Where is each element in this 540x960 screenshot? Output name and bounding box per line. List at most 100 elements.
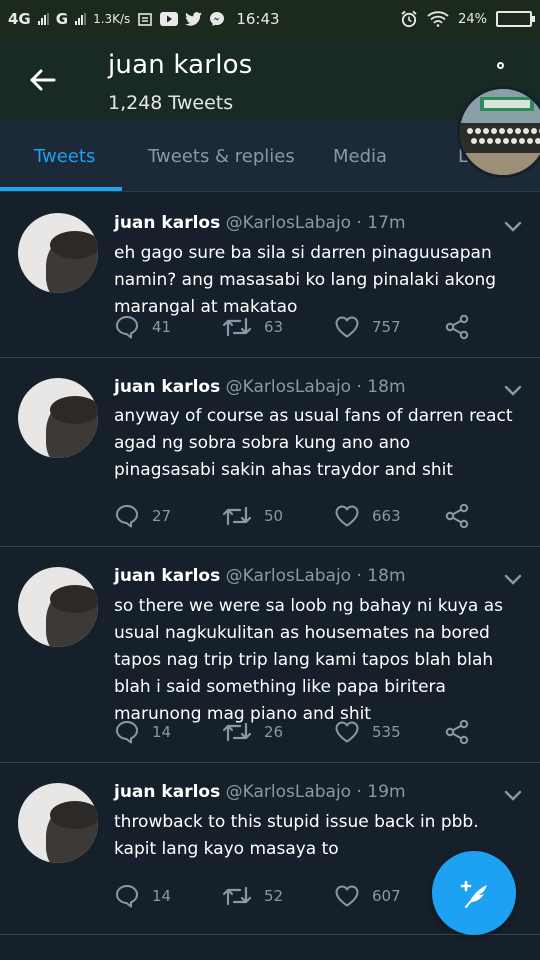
active-tab-indicator xyxy=(0,187,122,191)
retweet-button[interactable]: 26 xyxy=(222,718,283,746)
retweet-icon xyxy=(222,886,252,906)
tweet-author-name[interactable]: juan karlos xyxy=(114,566,220,586)
reply-icon xyxy=(116,505,138,528)
chevron-down-icon[interactable] xyxy=(504,574,522,586)
network-label-2: G xyxy=(55,10,69,28)
network-label-1: 4G xyxy=(8,10,31,28)
tweet-actions: 27 50 663 xyxy=(114,502,494,530)
tweet-meta: juan karlos @KarlosLabajo · 18m xyxy=(114,377,406,397)
retweet-count: 26 xyxy=(264,723,284,741)
chevron-down-icon[interactable] xyxy=(504,385,522,397)
share-icon xyxy=(445,719,469,745)
tweet-meta: juan karlos @KarlosLabajo · 17m xyxy=(114,213,406,233)
like-button[interactable]: 535 xyxy=(334,718,401,746)
tweet-author-handle[interactable]: @KarlosLabajo xyxy=(226,566,351,586)
group-photo-image xyxy=(460,89,540,175)
reply-count: 14 xyxy=(152,723,172,741)
tweet-author-name[interactable]: juan karlos xyxy=(114,213,220,233)
chevron-down-icon[interactable] xyxy=(504,790,522,802)
like-button[interactable]: 663 xyxy=(334,502,401,530)
share-button[interactable] xyxy=(444,718,470,746)
like-button[interactable]: 757 xyxy=(334,313,401,341)
tweet-author-name[interactable]: juan karlos xyxy=(114,377,220,397)
retweet-count: 63 xyxy=(264,318,284,336)
tweet-time: · 19m xyxy=(356,782,406,802)
tweet-time: · 18m xyxy=(356,566,406,586)
tweet-actions: 41 63 757 xyxy=(114,313,494,341)
share-button[interactable] xyxy=(444,313,470,341)
reply-count: 14 xyxy=(152,887,172,905)
retweet-icon xyxy=(222,317,252,337)
tweet-avatar[interactable] xyxy=(18,783,98,863)
chevron-down-icon[interactable] xyxy=(504,221,522,233)
heart-icon xyxy=(335,885,359,907)
tweet-text: so there we were sa loob ng bahay ni kuy… xyxy=(114,596,504,724)
retweet-button[interactable]: 50 xyxy=(222,502,283,530)
heart-icon xyxy=(335,721,359,743)
back-arrow-icon xyxy=(30,69,56,91)
share-icon xyxy=(445,314,469,340)
tweet-text: anyway of course as usual fans of darren… xyxy=(114,406,513,480)
tweet-item[interactable]: juan karlos @KarlosLabajo · 18m anyway o… xyxy=(0,358,540,547)
tweet-text: eh gago sure ba sila si darren pinaguusa… xyxy=(114,243,497,317)
wifi-icon xyxy=(427,11,449,27)
tweet-author-handle[interactable]: @KarlosLabajo xyxy=(226,213,351,233)
share-icon xyxy=(445,503,469,529)
profile-avatar[interactable] xyxy=(457,86,540,178)
signal-icon xyxy=(37,13,49,25)
tab-tweets-and-replies[interactable]: Tweets & replies xyxy=(148,146,295,167)
heart-icon xyxy=(335,505,359,527)
reply-button[interactable]: 14 xyxy=(114,882,171,910)
twitter-icon xyxy=(185,12,203,26)
reply-button[interactable]: 27 xyxy=(114,502,171,530)
retweet-button[interactable]: 52 xyxy=(222,882,283,910)
youtube-icon xyxy=(160,12,179,26)
tweet-count: 1,248 Tweets xyxy=(108,92,234,114)
back-button[interactable] xyxy=(22,60,62,100)
compose-tweet-button[interactable] xyxy=(432,851,516,935)
battery-percent: 24% xyxy=(458,11,487,27)
status-bar: 4G G 1.3K/s 16:43 24% xyxy=(0,0,540,38)
tweet-meta: juan karlos @KarlosLabajo · 18m xyxy=(114,566,406,586)
tweet-item[interactable]: juan karlos @KarlosLabajo · 17m eh gago … xyxy=(0,193,540,358)
like-button[interactable]: 607 xyxy=(334,882,401,910)
tweet-author-handle[interactable]: @KarlosLabajo xyxy=(226,782,351,802)
tweet-time: · 18m xyxy=(356,377,406,397)
tweet-time: · 17m xyxy=(356,213,406,233)
retweet-button[interactable]: 63 xyxy=(222,313,283,341)
alarm-icon xyxy=(401,10,417,28)
profile-name: juan karlos xyxy=(108,50,253,80)
retweet-icon xyxy=(222,506,252,526)
tab-tweets[interactable]: Tweets xyxy=(34,146,95,167)
reply-count: 41 xyxy=(152,318,172,336)
reply-button[interactable]: 41 xyxy=(114,313,171,341)
like-count: 757 xyxy=(372,318,401,336)
retweet-icon xyxy=(222,722,252,742)
reply-button[interactable]: 14 xyxy=(114,718,171,746)
like-count: 607 xyxy=(372,887,401,905)
reply-icon xyxy=(116,721,138,744)
tweet-author-handle[interactable]: @KarlosLabajo xyxy=(226,377,351,397)
tweet-actions: 14 26 535 xyxy=(114,718,494,746)
like-count: 663 xyxy=(372,507,401,525)
retweet-count: 52 xyxy=(264,887,284,905)
download-icon xyxy=(138,12,153,26)
retweet-count: 50 xyxy=(264,507,284,525)
more-dot-icon xyxy=(496,62,504,69)
tweet-avatar[interactable] xyxy=(18,213,98,293)
network-speed: 1.3K/s xyxy=(93,12,131,26)
profile-header: juan karlos 1,248 Tweets xyxy=(0,38,540,120)
heart-icon xyxy=(335,316,359,338)
reply-icon xyxy=(116,885,138,908)
tweet-avatar[interactable] xyxy=(18,378,98,458)
tweet-item[interactable]: juan karlos @KarlosLabajo · 18m so there… xyxy=(0,547,540,763)
battery-icon xyxy=(496,11,535,27)
reply-count: 27 xyxy=(152,507,172,525)
share-button[interactable] xyxy=(444,502,470,530)
tweet-author-name[interactable]: juan karlos xyxy=(114,782,220,802)
tab-media[interactable]: Media xyxy=(333,146,387,167)
tweet-avatar[interactable] xyxy=(18,567,98,647)
messenger-icon xyxy=(210,12,225,26)
tweet-meta: juan karlos @KarlosLabajo · 19m xyxy=(114,782,406,802)
compose-feather-icon xyxy=(460,880,487,908)
